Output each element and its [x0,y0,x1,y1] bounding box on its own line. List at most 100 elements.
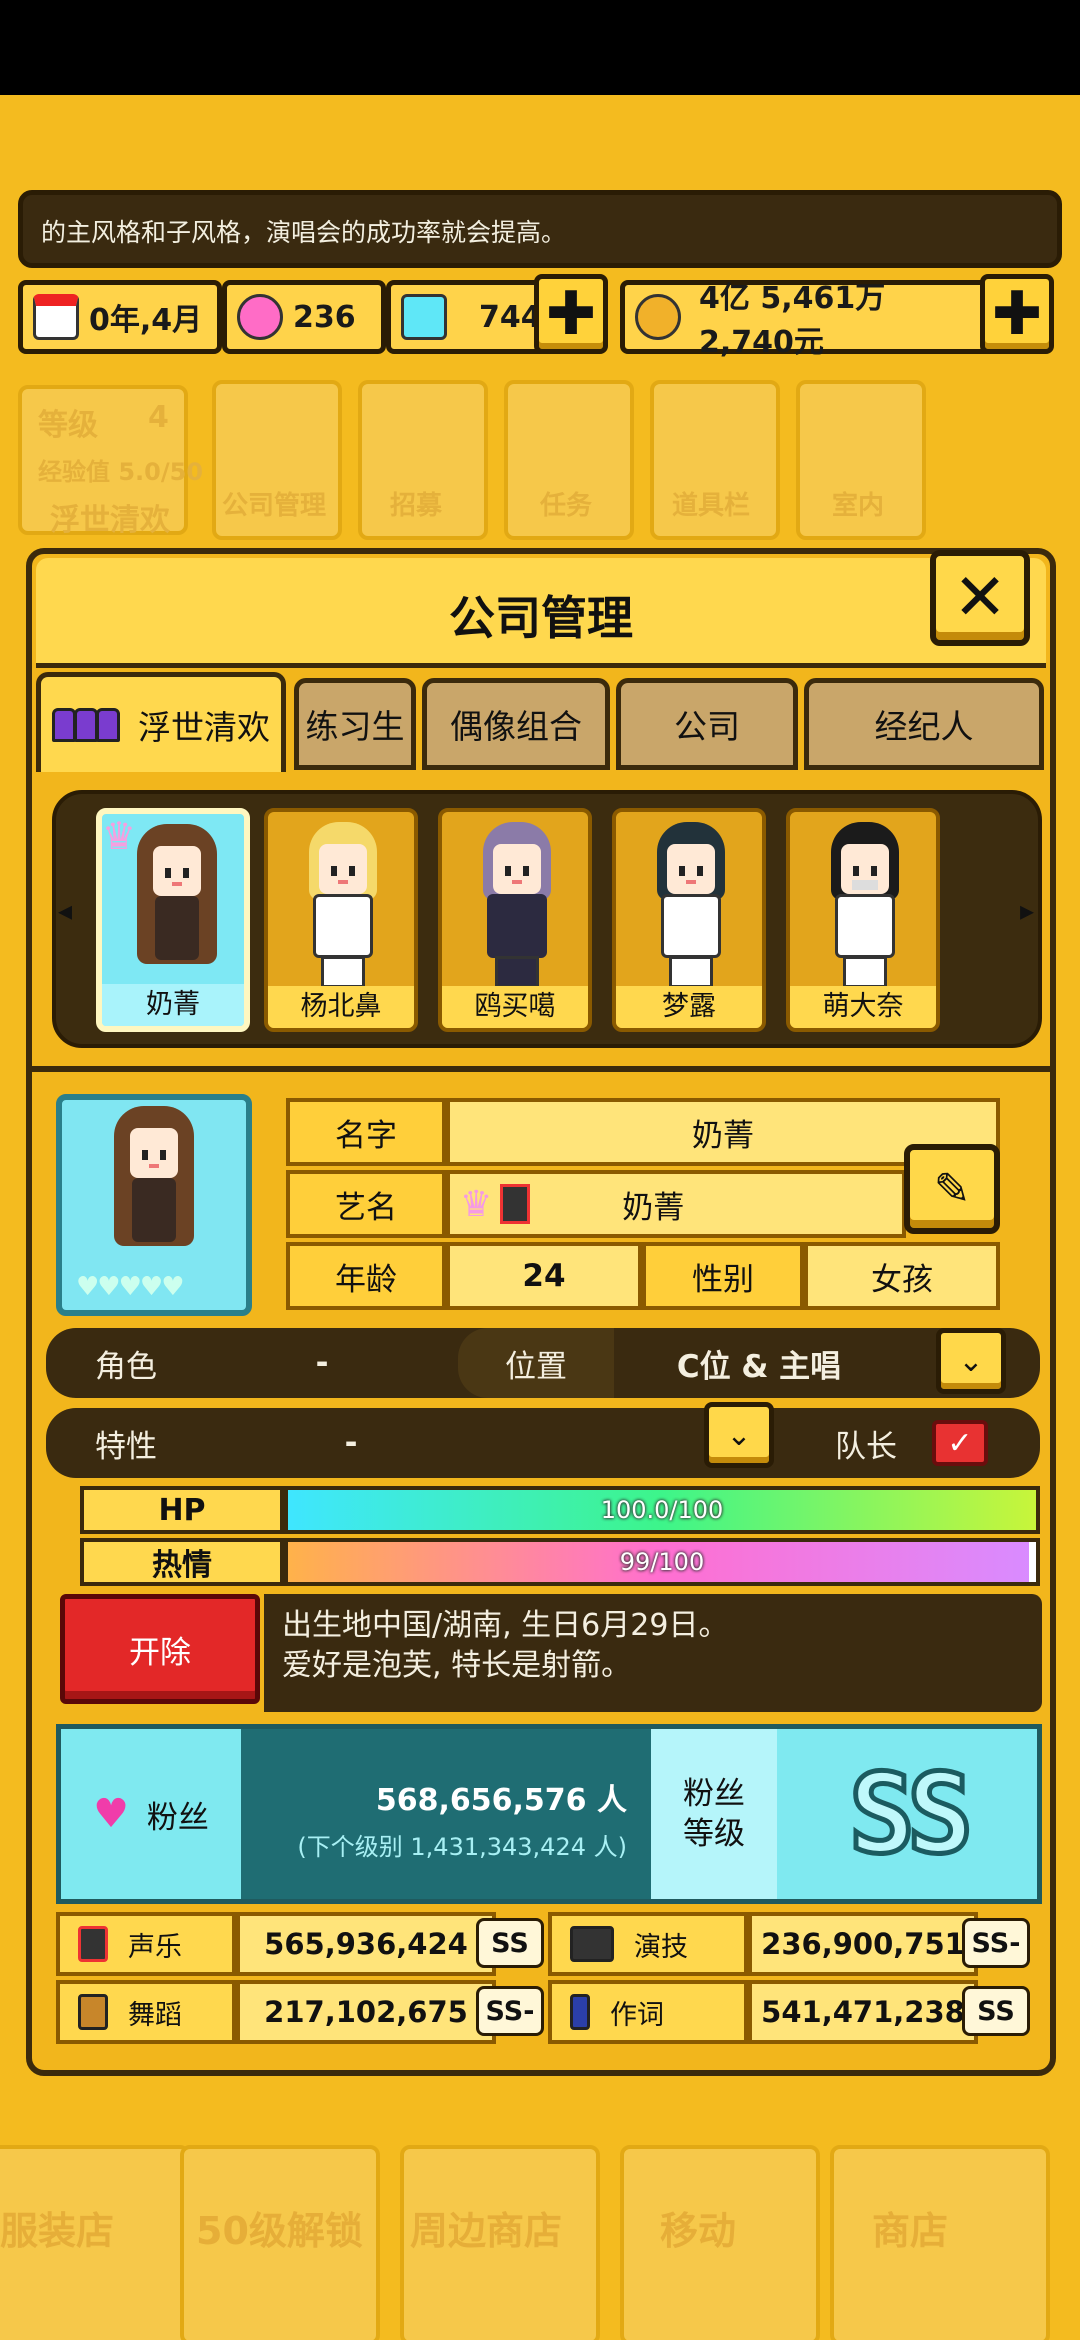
skill-vocal-value: 565,936,424 [236,1912,496,1976]
bg-nav-costume-shop: 服装店 [0,2209,115,2253]
bg-nav-move: 移动 [660,2209,737,2253]
member-avatar [129,824,225,990]
add-money-button[interactable]: ✚ [980,274,1054,354]
tab-group[interactable]: 浮世清欢 [36,672,286,772]
fans-label: 粉丝 [146,1799,209,1836]
skill-name: 演技 [634,1931,688,1963]
name-label: 名字 [286,1098,446,1166]
skill-vocal-grade: SS [476,1918,544,1968]
position-dropdown-button[interactable]: ⌄ [936,1328,1006,1394]
member-card[interactable]: 萌大奈 [786,808,940,1032]
skill-dance-grade: SS- [476,1986,544,2036]
trait-dropdown-button[interactable]: ⌄ [704,1402,774,1468]
dialog-tabs: 浮世清欢 练习生 偶像组合 公司 经纪人 [36,672,1046,772]
passion-bar: 99/100 [284,1538,1040,1586]
team-icon [52,704,124,746]
skill-lyrics-label: 作词 [548,1980,748,2044]
trait-label: 特性 [95,1428,157,1465]
tab-trainees[interactable]: 练习生 [294,678,416,770]
check-icon: ✓ [947,1425,973,1461]
member-card[interactable]: 梦露 [612,808,766,1032]
member-card[interactable]: 杨北鼻 [264,808,418,1032]
skill-name: 舞蹈 [128,1999,182,2031]
bg-level-value: 4 [148,400,169,435]
skill-name: 作词 [610,1999,664,2031]
fans-level-label: 粉丝 等级 [651,1729,777,1899]
stage-name-label: 艺名 [286,1170,446,1238]
tab-label: 经纪人 [874,707,974,746]
close-button[interactable]: ✕ [930,550,1030,646]
member-portrait: ♥♥♥♥♥ [56,1094,252,1316]
leader-checkbox[interactable]: ✓ [932,1420,988,1466]
bio-line-1: 出生地中国/湖南, 生日6月29日。 [282,1608,729,1643]
pink-gem-icon [237,294,283,340]
member-roster: ◂ ▸ ♛ 奶菁 杨北鼻 鸥买噶 梦露 萌大奈 [52,790,1042,1048]
fans-count: 568,656,576 人 [375,1783,627,1818]
bg-nav-merch-shop: 周边商店 [410,2209,563,2253]
member-avatar [643,822,739,988]
member-card[interactable]: 鸥买噶 [438,808,592,1032]
hp-text: 100.0/100 [600,1496,724,1524]
edit-name-button[interactable]: ✎ [904,1144,1000,1234]
hp-bar: 100.0/100 [284,1486,1040,1534]
gender-label: 性别 [642,1242,804,1310]
bg-exp: 经验值 5.0/50 [38,458,204,486]
member-name: 奶菁 [102,984,244,1026]
blue-gem-display: 744 [386,280,552,354]
calendar-icon [33,294,79,340]
add-gems-button[interactable]: ✚ [534,274,608,354]
stage-name-text: 奶菁 [622,1189,685,1226]
member-avatar [817,822,913,988]
position-value: C位 & 主唱 [676,1348,842,1385]
chevron-down-icon: ⌄ [958,1343,984,1379]
tab-idol-groups[interactable]: 偶像组合 [422,678,610,770]
tab-label: 练习生 [305,707,405,746]
divider [32,1066,1050,1072]
skill-acting-grade: SS- [962,1918,1030,1968]
shoe-icon [78,1994,108,2030]
crown-icon: ♛ [102,814,137,858]
coin-icon [635,294,681,340]
date-display: 0年,4月 [18,280,222,354]
member-card[interactable]: ♛ 奶菁 [96,808,250,1032]
skill-acting-value: 236,900,751 [748,1912,978,1976]
stage-name-value: ♛ 奶菁 [446,1170,906,1238]
member-avatar [469,822,565,988]
bg-menu-label: 公司管理 [222,491,327,521]
bg-menu-label: 任务 [540,491,593,521]
tab-company[interactable]: 公司 [616,678,798,770]
skill-dance-label: 舞蹈 [56,1980,236,2044]
fans-grade: SS [777,1729,1037,1899]
scroll-right-arrow[interactable]: ▸ [1020,894,1040,944]
fans-level-label-line-1: 粉丝 [683,1776,745,1812]
leader-label: 队长 [835,1428,897,1465]
trait-row: 特性 - 队长 [46,1408,1040,1478]
resource-bar: 0年,4月 236 744 ✚ 4亿 5,461万 2,740元 ✚ [18,274,1062,360]
pencil-icon: ✎ [933,1163,971,1215]
dialog-header: 公司管理 [36,558,1046,668]
skill-dance-value: 217,102,675 [236,1980,496,2044]
tip-message-text: 的主风格和子风格，演唱会的成功率就会提高。 [41,218,567,247]
member-name: 鸥买噶 [442,986,588,1028]
passion-text: 99/100 [619,1548,705,1576]
tab-managers[interactable]: 经纪人 [804,678,1044,770]
tip-message-bar: 的主风格和子风格，演唱会的成功率就会提高。 [18,190,1062,268]
fans-next-level: (下个级别 1,431,343,424 人) [297,1833,627,1861]
tab-label: 浮世清欢 [138,707,270,747]
bg-nav-unlock: 50级解锁 [196,2209,363,2253]
skill-lyrics-grade: SS [962,1986,1030,2036]
dialog-title: 公司管理 [449,591,633,645]
fans-level-label-line-2: 等级 [683,1816,745,1852]
fire-member-button[interactable]: 开除 [60,1594,260,1704]
close-icon: ✕ [953,561,1007,635]
scroll-left-arrow[interactable]: ◂ [58,894,78,944]
heart-icon: ♥ [93,1791,129,1837]
tab-label: 偶像组合 [450,707,582,746]
status-bar [0,0,1080,95]
blue-gem-icon [401,294,447,340]
chevron-down-icon: ⌄ [726,1417,752,1453]
blue-gem-count: 744 [479,299,542,335]
bg-menu-label: 室内 [832,491,885,521]
position-label: 位置 [458,1328,614,1398]
age-label: 年龄 [286,1242,446,1310]
